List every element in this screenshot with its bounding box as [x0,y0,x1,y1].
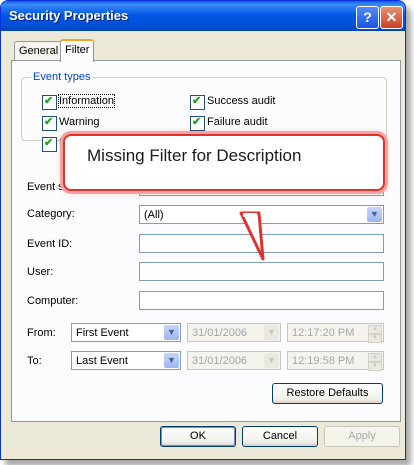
annotation-callout: Missing Filter for Description [63,134,385,191]
callout-pointer [239,211,265,261]
tab-filter[interactable]: Filter [60,39,95,62]
annotation-text: Missing Filter for Description [87,146,302,165]
security-properties-window: Security Properties ? ✕ General Filter E… [0,0,406,460]
